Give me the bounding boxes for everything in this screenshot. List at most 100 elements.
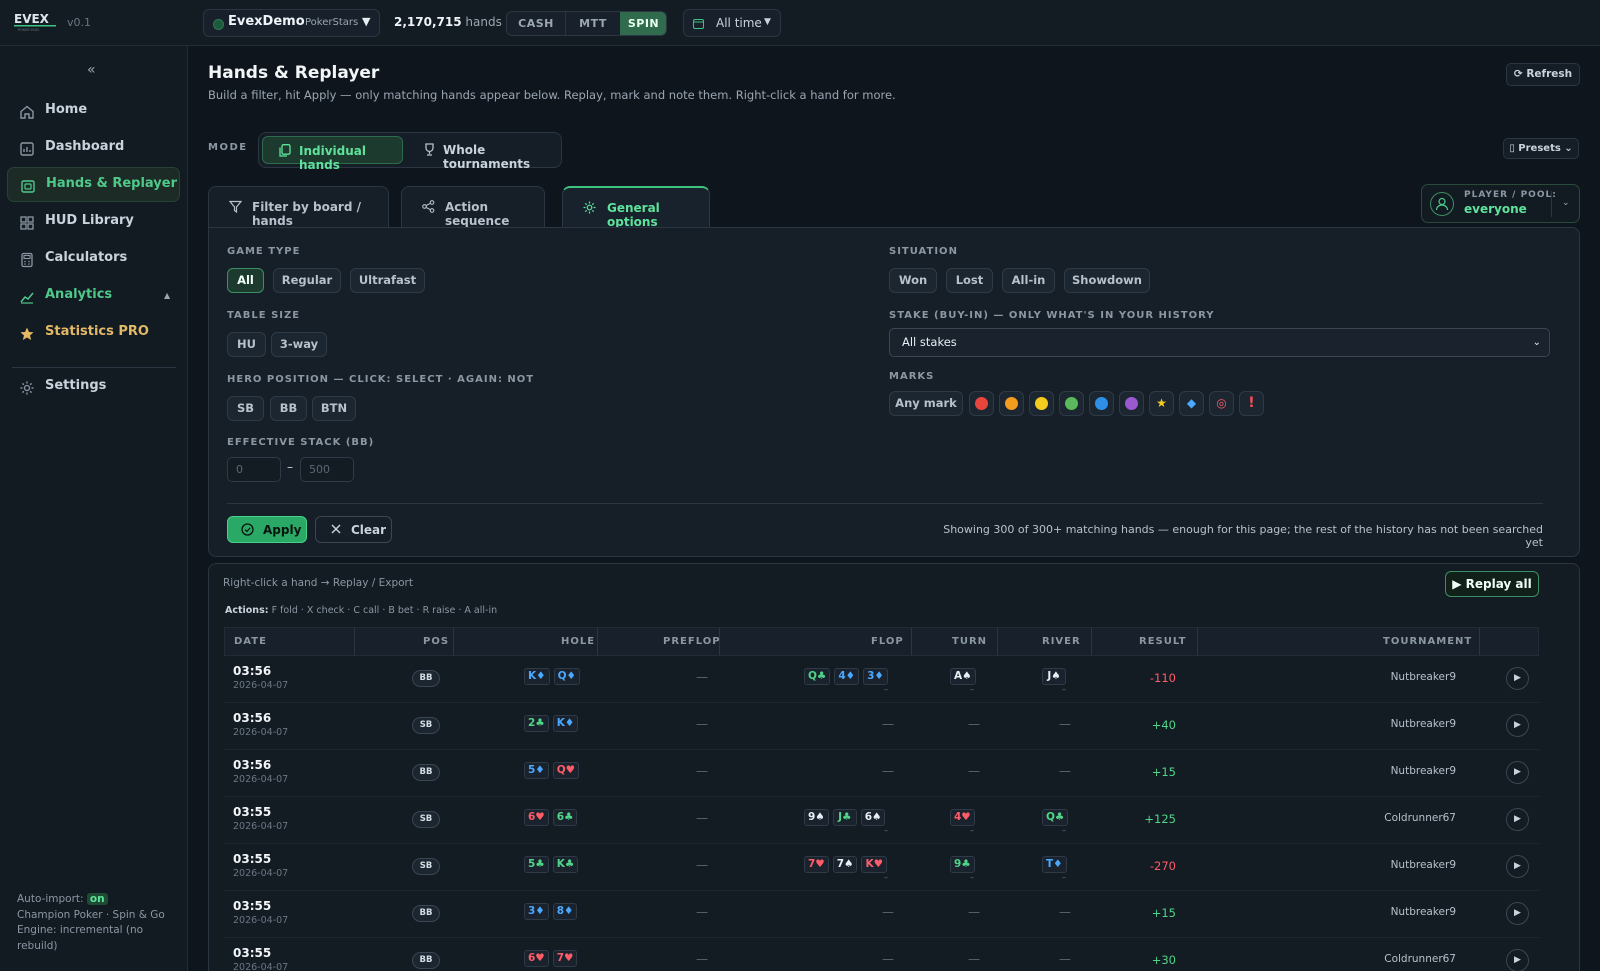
mode-whole-tournaments-button[interactable]: Whole tournaments bbox=[407, 136, 560, 171]
col-tournament[interactable]: TOURNAMENT bbox=[1383, 636, 1472, 647]
color-dot-icon bbox=[1005, 397, 1018, 410]
mark-exclamation-chip[interactable]: ! bbox=[1239, 391, 1264, 416]
hero-position-sb-chip[interactable]: SB bbox=[227, 396, 264, 421]
segment-spin[interactable]: SPIN bbox=[620, 12, 666, 35]
refresh-button[interactable]: ⟳ Refresh bbox=[1506, 63, 1580, 86]
mark-color-chip[interactable] bbox=[1089, 391, 1114, 416]
playing-card: T♦ bbox=[1042, 856, 1067, 873]
replay-hand-button[interactable]: ▶ bbox=[1506, 667, 1529, 690]
segment-mtt[interactable]: MTT bbox=[565, 12, 620, 35]
col-date[interactable]: DATE bbox=[234, 636, 267, 647]
mode-individual-hands-button[interactable]: Individual hands bbox=[262, 136, 403, 172]
effective-stack-max-input[interactable]: 500 bbox=[300, 457, 354, 482]
hand-date: 2026-04-07 bbox=[233, 962, 289, 971]
situation-showdown-chip[interactable]: Showdown bbox=[1064, 268, 1150, 293]
mark-star-chip[interactable]: ★ bbox=[1149, 391, 1174, 416]
sidebar-item-dashboard[interactable]: Dashboard bbox=[7, 131, 180, 166]
game-type-all-chip[interactable]: All bbox=[227, 268, 264, 293]
col-preflop[interactable]: PREFLOP bbox=[663, 636, 721, 647]
table-row[interactable]: 03:56 2026-04-07 BB 5♦ Q♥ — — — — +15 Nutbreaker9 ▶ bbox=[224, 750, 1539, 797]
situation-allin-chip[interactable]: All-in bbox=[1002, 268, 1055, 293]
tab-action-sequence[interactable]: Action sequence bbox=[401, 186, 545, 228]
table-size-hu-chip[interactable]: HU bbox=[227, 332, 266, 357]
hole-cards: 2♣ K♦ bbox=[524, 715, 579, 732]
game-type-ultrafast-chip[interactable]: Ultrafast bbox=[350, 268, 425, 293]
apply-button[interactable]: Apply bbox=[227, 516, 307, 543]
effective-stack-min-input[interactable]: 0 bbox=[227, 457, 281, 482]
col-turn[interactable]: TURN bbox=[952, 636, 987, 647]
turn-empty: — bbox=[968, 905, 980, 919]
replay-hand-button[interactable]: ▶ bbox=[1506, 855, 1529, 878]
hole-cards: 6♥ 6♣ bbox=[524, 809, 578, 826]
segment-cash[interactable]: CASH bbox=[507, 12, 565, 35]
share-nodes-icon bbox=[422, 200, 435, 213]
time-range-select[interactable]: All time ▼ bbox=[683, 9, 781, 37]
replay-all-button[interactable]: ▶ Replay all bbox=[1445, 571, 1539, 597]
sidebar-item-hands-replayer[interactable]: Hands & Replayer bbox=[7, 167, 180, 202]
player-pool-select[interactable]: PLAYER / POOL: everyone ⌄ bbox=[1421, 184, 1580, 223]
hero-position-bb-chip[interactable]: BB bbox=[270, 396, 307, 421]
replay-hand-button[interactable]: ▶ bbox=[1506, 949, 1529, 971]
collapse-sidebar-button[interactable]: « bbox=[87, 62, 96, 78]
col-hole[interactable]: HOLE bbox=[561, 636, 595, 647]
river-actions: – bbox=[1062, 873, 1066, 882]
flop-cards: 9♠ J♣ 6♠ bbox=[804, 809, 886, 826]
col-pos[interactable]: POS bbox=[423, 636, 449, 647]
sidebar-item-home[interactable]: Home bbox=[7, 94, 180, 129]
flop-actions: – bbox=[884, 826, 888, 835]
mark-color-chip[interactable] bbox=[969, 391, 994, 416]
filter-panel: GAME TYPE All Regular Ultrafast TABLE SI… bbox=[208, 227, 1580, 557]
hole-cards: 6♥ 7♥ bbox=[524, 950, 578, 967]
hand-result: +30 bbox=[1151, 953, 1176, 967]
sidebar-item-calculators[interactable]: Calculators bbox=[7, 242, 180, 277]
user-icon bbox=[1430, 192, 1454, 216]
situation-won-chip[interactable]: Won bbox=[889, 268, 937, 293]
sidebar-item-settings[interactable]: Settings bbox=[7, 370, 180, 405]
playing-card: 8♦ bbox=[552, 903, 578, 920]
account-switcher[interactable]: EvexDemo PokerStars ▼ bbox=[203, 9, 380, 37]
svg-text:POKER HUD: POKER HUD bbox=[18, 28, 39, 32]
playing-card: 7♥ bbox=[804, 856, 829, 873]
table-row[interactable]: 03:56 2026-04-07 BB K♦ Q♦ — Q♣ 4♦ 3♦ – A♠ – J♠ – -110 N… bbox=[224, 656, 1539, 703]
cards-icon bbox=[21, 180, 35, 193]
mark-color-chip[interactable] bbox=[1029, 391, 1054, 416]
mark-color-chip[interactable] bbox=[999, 391, 1024, 416]
col-flop[interactable]: FLOP bbox=[871, 636, 904, 647]
any-mark-chip[interactable]: Any mark bbox=[889, 391, 963, 416]
mark-color-chip[interactable] bbox=[1059, 391, 1084, 416]
sidebar-item-hud-library[interactable]: HUD Library bbox=[7, 205, 180, 240]
table-row[interactable]: 03:55 2026-04-07 BB 6♥ 7♥ — — — — +30 Coldrunner67… bbox=[224, 938, 1539, 971]
clear-button[interactable]: Clear bbox=[315, 516, 392, 543]
caret-down-icon: ▼ bbox=[362, 15, 371, 28]
game-type-regular-chip[interactable]: Regular bbox=[273, 268, 341, 293]
table-row[interactable]: 03:55 2026-04-07 SB 5♣ K♣ —7♥ 7♠ K♥ –9♣ – T♦ – -270 N… bbox=[224, 844, 1539, 891]
replay-hand-button[interactable]: ▶ bbox=[1506, 808, 1529, 831]
replay-hand-button[interactable]: ▶ bbox=[1506, 902, 1529, 925]
table-row[interactable]: 03:55 2026-04-07 BB 3♦ 8♦ — — — — +15 Nutbreaker9 ▶ bbox=[224, 891, 1539, 938]
tab-filter-board-hands[interactable]: Filter by board / hands bbox=[208, 186, 389, 228]
sidebar-item-statistics-pro[interactable]: Statistics PRO bbox=[7, 316, 180, 351]
playing-card: 2♣ bbox=[524, 715, 549, 732]
hole-cards: 5♦ Q♥ bbox=[524, 762, 580, 779]
table-row[interactable]: 03:55 2026-04-07 SB 6♥ 6♣ —9♠ J♣ 6♠ –4♥ – Q♣ – +125 C… bbox=[224, 797, 1539, 844]
col-result[interactable]: RESULT bbox=[1139, 636, 1186, 647]
playing-card: 3♦ bbox=[524, 903, 549, 920]
replay-hand-button[interactable]: ▶ bbox=[1506, 714, 1529, 737]
mark-color-chip[interactable] bbox=[1119, 391, 1144, 416]
sidebar-item-analytics[interactable]: Analytics ▲ bbox=[7, 279, 180, 314]
filter-icon bbox=[229, 200, 242, 213]
table-row[interactable]: 03:56 2026-04-07 SB 2♣ K♦ — — — — +40 Nutbreaker9 ▶ bbox=[224, 703, 1539, 750]
hero-position-btn-chip[interactable]: BTN bbox=[312, 396, 356, 421]
presets-button[interactable]: ▯ Presets ⌄ bbox=[1503, 138, 1579, 159]
playing-card: 6♥ bbox=[524, 809, 549, 826]
mark-fish-chip[interactable]: ◆ bbox=[1179, 391, 1204, 416]
replay-hand-button[interactable]: ▶ bbox=[1506, 761, 1529, 784]
sidebar-item-label: Dashboard bbox=[45, 139, 125, 154]
table-size-3way-chip[interactable]: 3-way bbox=[271, 332, 327, 357]
tab-general-options[interactable]: General options bbox=[562, 186, 710, 229]
playing-card: 6♥ bbox=[524, 950, 549, 967]
situation-lost-chip[interactable]: Lost bbox=[946, 268, 993, 293]
mark-target-chip[interactable]: ◎ bbox=[1209, 391, 1234, 416]
col-river[interactable]: RIVER bbox=[1042, 636, 1081, 647]
stake-select[interactable]: All stakes ⌄ bbox=[889, 328, 1550, 357]
